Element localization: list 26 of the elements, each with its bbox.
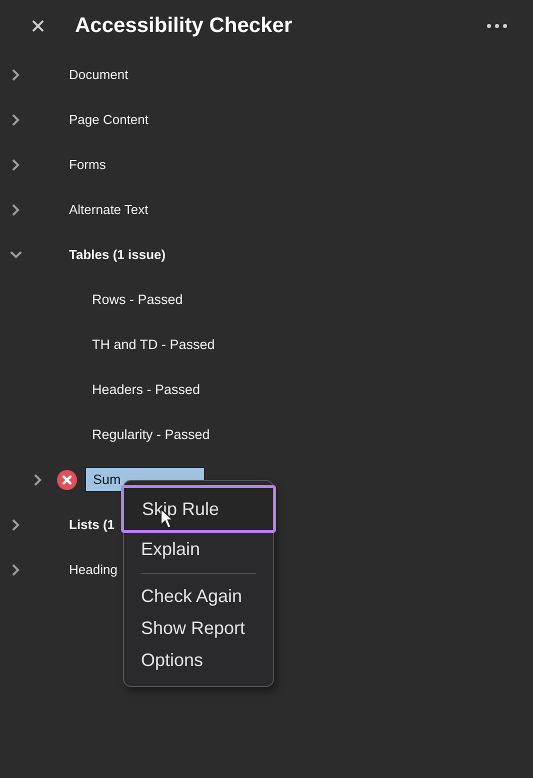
category-label[interactable]: Tables (1 issue) [69, 247, 166, 262]
category-label[interactable]: Lists (1 [69, 517, 115, 532]
more-icon[interactable] [487, 24, 507, 28]
chevron-right-icon[interactable] [12, 204, 20, 216]
rule-label[interactable]: Headers - Passed [85, 378, 208, 401]
rule-label[interactable]: TH and TD - Passed [85, 333, 222, 356]
chevron-right-icon[interactable] [12, 564, 20, 576]
category-label[interactable]: Forms [69, 157, 106, 172]
menu-item[interactable]: Check Again [124, 580, 273, 612]
chevron-right-icon[interactable] [12, 68, 20, 80]
menu-item[interactable]: Show Report [124, 612, 273, 644]
panel-title: Accessibility Checker [75, 14, 294, 38]
category-label[interactable]: Heading [69, 562, 118, 577]
category-label[interactable]: Document [69, 67, 128, 82]
chevron-right-icon[interactable] [12, 158, 20, 170]
chevron-down-icon[interactable] [10, 250, 22, 258]
category-label[interactable]: Page Content [69, 112, 149, 127]
menu-item[interactable]: Options [124, 644, 273, 676]
rule-label[interactable]: Regularity - Passed [85, 423, 217, 446]
chevron-right-icon[interactable] [34, 474, 42, 486]
close-icon[interactable] [32, 20, 44, 32]
menu-item[interactable]: Explain [124, 533, 273, 565]
rule-label[interactable]: Rows - Passed [85, 288, 190, 311]
chevron-right-icon[interactable] [12, 114, 20, 126]
category-label[interactable]: Alternate Text [69, 202, 148, 217]
chevron-right-icon[interactable] [12, 518, 20, 530]
